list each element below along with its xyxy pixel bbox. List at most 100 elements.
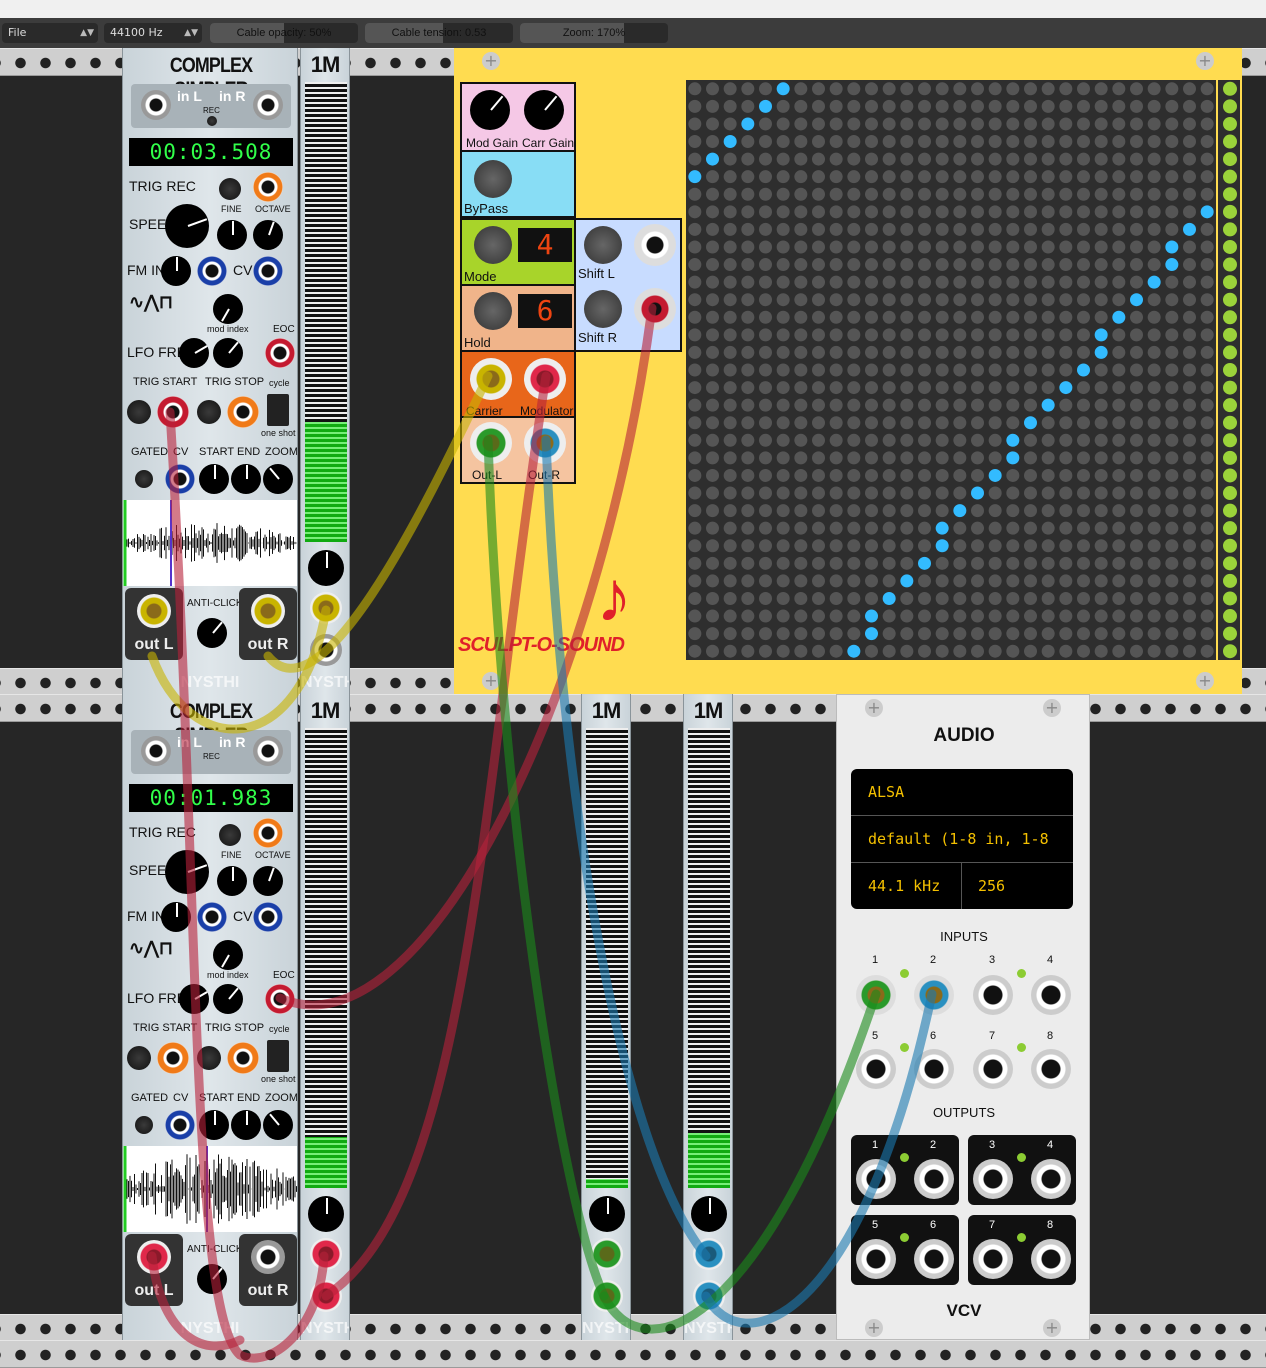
grid-dot[interactable] xyxy=(935,222,949,236)
active-grid-dot[interactable] xyxy=(865,609,878,623)
grid-dot[interactable] xyxy=(794,222,808,236)
grid-dot[interactable] xyxy=(688,591,702,605)
input-jack-8[interactable] xyxy=(1031,1049,1071,1089)
anti-click-knob[interactable] xyxy=(197,1264,227,1294)
grid-dot[interactable] xyxy=(1094,451,1108,465)
shift-l-button[interactable] xyxy=(584,226,622,264)
output-jack-8[interactable] xyxy=(1031,1239,1071,1279)
grid-dot[interactable] xyxy=(794,381,808,395)
grid-dot[interactable] xyxy=(1165,275,1179,289)
grid-dot[interactable] xyxy=(918,363,931,377)
grid-dot[interactable] xyxy=(935,82,949,96)
grid-dot[interactable] xyxy=(1165,135,1179,149)
grid-dot[interactable] xyxy=(723,187,737,201)
grid-dot[interactable] xyxy=(1200,135,1214,149)
grid-dot[interactable] xyxy=(1130,451,1143,465)
grid-dot[interactable] xyxy=(1147,486,1161,500)
grid-dot[interactable] xyxy=(1112,398,1126,412)
grid-dot[interactable] xyxy=(900,293,914,307)
grid-dot[interactable] xyxy=(794,187,808,201)
grid-dot[interactable] xyxy=(865,644,878,658)
grid-dot[interactable] xyxy=(1006,644,1020,658)
grid-dot[interactable] xyxy=(1183,627,1196,641)
grid-dot[interactable] xyxy=(829,539,843,553)
grid-dot[interactable] xyxy=(847,222,861,236)
input-jack-5[interactable] xyxy=(856,1049,896,1089)
grid-dot[interactable] xyxy=(1006,187,1020,201)
grid-dot[interactable] xyxy=(1130,381,1143,395)
grid-dot[interactable] xyxy=(1059,451,1073,465)
grid-dot[interactable] xyxy=(776,135,790,149)
grid-dot[interactable] xyxy=(900,187,914,201)
grid-dot[interactable] xyxy=(794,170,808,184)
grid-dot[interactable] xyxy=(723,345,737,359)
grid-dot[interactable] xyxy=(776,275,790,289)
grid-dot[interactable] xyxy=(812,381,825,395)
grid-dot[interactable] xyxy=(1077,135,1090,149)
grid-dot[interactable] xyxy=(918,609,931,623)
grid-dot[interactable] xyxy=(1059,433,1073,447)
grid-dot[interactable] xyxy=(794,240,808,254)
grid-dot[interactable] xyxy=(759,486,772,500)
grid-dot[interactable] xyxy=(812,539,825,553)
grid-dot[interactable] xyxy=(988,381,1002,395)
grid-dot[interactable] xyxy=(1200,345,1214,359)
grid-dot[interactable] xyxy=(1041,187,1055,201)
grid-dot[interactable] xyxy=(918,345,931,359)
anti-click-knob[interactable] xyxy=(197,618,227,648)
active-grid-dot[interactable] xyxy=(1094,345,1108,359)
grid-dot[interactable] xyxy=(812,135,825,149)
grid-dot[interactable] xyxy=(741,170,755,184)
grid-dot[interactable] xyxy=(688,609,702,623)
grid-dot[interactable] xyxy=(706,293,719,307)
grid-dot[interactable] xyxy=(1077,240,1090,254)
carr-gain-knob[interactable] xyxy=(524,90,564,130)
grid-dot[interactable] xyxy=(1147,222,1161,236)
grid-dot[interactable] xyxy=(971,222,984,236)
grid-dot[interactable] xyxy=(1112,258,1126,272)
grid-dot[interactable] xyxy=(1130,433,1143,447)
grid-dot[interactable] xyxy=(953,310,967,324)
grid-dot[interactable] xyxy=(1059,187,1073,201)
grid-dot[interactable] xyxy=(829,381,843,395)
lfo-amount-knob[interactable] xyxy=(213,984,243,1014)
grid-dot[interactable] xyxy=(988,240,1002,254)
grid-dot[interactable] xyxy=(1041,363,1055,377)
grid-dot[interactable] xyxy=(794,627,808,641)
grid-dot[interactable] xyxy=(1041,644,1055,658)
grid-dot[interactable] xyxy=(1024,275,1037,289)
grid-dot[interactable] xyxy=(847,293,861,307)
grid-dot[interactable] xyxy=(1077,609,1090,623)
grid-dot[interactable] xyxy=(935,328,949,342)
grid-dot[interactable] xyxy=(1024,433,1037,447)
input-jack-6[interactable] xyxy=(914,1049,954,1089)
grid-dot[interactable] xyxy=(688,240,702,254)
grid-dot[interactable] xyxy=(759,644,772,658)
grid-dot[interactable] xyxy=(1041,310,1055,324)
grid-dot[interactable] xyxy=(882,258,896,272)
grid-dot[interactable] xyxy=(953,627,967,641)
grid-dot[interactable] xyxy=(1130,345,1143,359)
grid-dot[interactable] xyxy=(794,258,808,272)
grid-dot[interactable] xyxy=(723,275,737,289)
grid-dot[interactable] xyxy=(1183,556,1196,570)
grid-dot[interactable] xyxy=(1006,99,1020,113)
grid-dot[interactable] xyxy=(900,99,914,113)
grid-dot[interactable] xyxy=(776,574,790,588)
grid-dot[interactable] xyxy=(723,504,737,518)
active-grid-dot[interactable] xyxy=(1094,328,1108,342)
grid-dot[interactable] xyxy=(829,627,843,641)
grid-dot[interactable] xyxy=(829,170,843,184)
grid-dot[interactable] xyxy=(971,170,984,184)
cv-jack[interactable] xyxy=(253,902,283,932)
grid-dot[interactable] xyxy=(1147,82,1161,96)
grid-dot[interactable] xyxy=(1059,205,1073,219)
grid-dot[interactable] xyxy=(1024,135,1037,149)
grid-dot[interactable] xyxy=(706,363,719,377)
grid-dot[interactable] xyxy=(723,416,737,430)
grid-dot[interactable] xyxy=(1024,556,1037,570)
grid-dot[interactable] xyxy=(1183,398,1196,412)
grid-dot[interactable] xyxy=(882,609,896,623)
grid-dot[interactable] xyxy=(723,222,737,236)
grid-dot[interactable] xyxy=(829,82,843,96)
